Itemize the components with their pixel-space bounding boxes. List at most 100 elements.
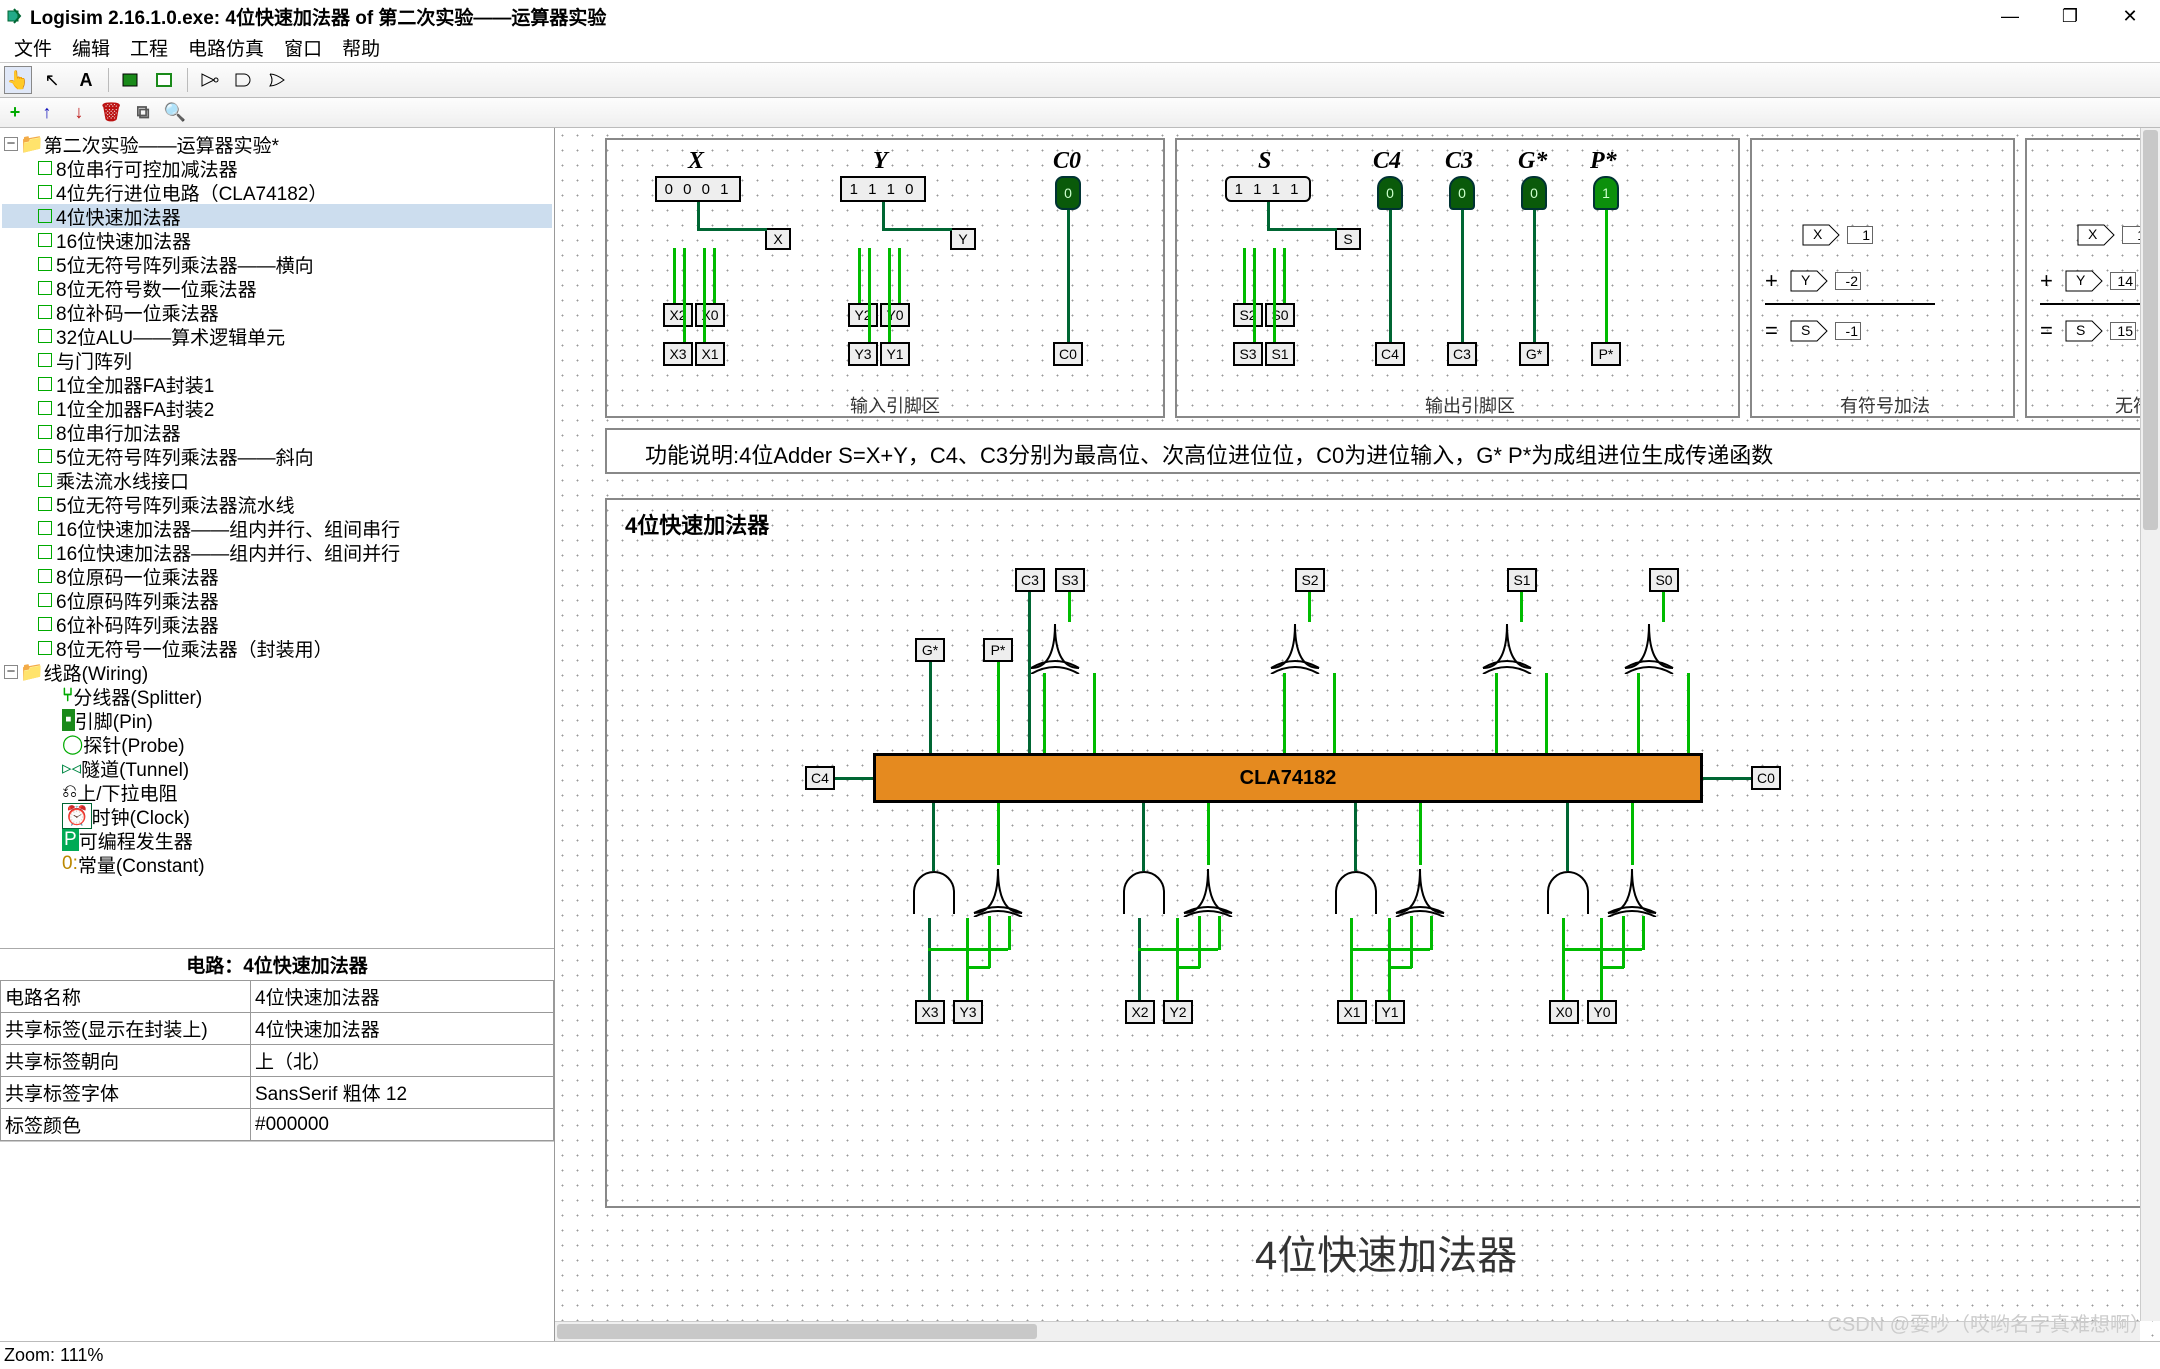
output-pin-tool[interactable] [151,66,179,94]
and-gate-tool[interactable] [230,66,258,94]
circuit-12[interactable]: 5位无符号阵列乘法器——斜向 [2,444,552,468]
tunnel-s3[interactable]: S3 [1233,342,1263,366]
editbar-0[interactable]: + [4,102,26,124]
circuit-2[interactable]: 4位快速加法器 [2,204,552,228]
tunnel-y1[interactable]: Y1 [880,342,910,366]
tunnel-gs-out[interactable]: G* [1519,342,1549,366]
pin-y-value[interactable]: 1 1 1 0 [840,176,926,202]
pin-y-label[interactable]: Y [950,228,976,250]
circuit-3[interactable]: 16位快速加法器 [2,228,552,252]
wiring-progen[interactable]: P 可编程发生器 [2,828,552,852]
prop-共享标签(显示在封装上)[interactable]: 4位快速加法器 [251,1013,554,1045]
properties-table[interactable]: 电路名称4位快速加法器共享标签(显示在封装上)4位快速加法器共享标签朝向上（北）… [0,980,554,1141]
led-c0[interactable]: 0 [1055,176,1081,210]
wiring-folder[interactable]: −📁 线路(Wiring) [2,660,552,684]
minimize-button[interactable]: — [1980,0,2040,32]
circuit-19[interactable]: 6位补码阵列乘法器 [2,612,552,636]
tunnel-y0[interactable]: Y0 [1587,1000,1617,1024]
tunnel-c4-out[interactable]: C4 [1375,342,1405,366]
circuit-5[interactable]: 8位无符号数一位乘法器 [2,276,552,300]
close-button[interactable]: ✕ [2100,0,2160,32]
prop-共享标签朝向[interactable]: 上（北） [251,1045,554,1077]
project-root[interactable]: −📁 第二次实验——运算器实验* [2,132,552,156]
circuit-6[interactable]: 8位补码一位乘法器 [2,300,552,324]
wiring-clock[interactable]: ⏰ 时钟(Clock) [2,804,552,828]
tunnel-s0[interactable]: S0 [1265,303,1295,327]
circuit-9[interactable]: 1位全加器FA封装1 [2,372,552,396]
pin-c4-side[interactable]: C4 [805,766,835,790]
circuit-18[interactable]: 6位原码阵列乘法器 [2,588,552,612]
circuit-10[interactable]: 1位全加器FA封装2 [2,396,552,420]
not-gate-tool[interactable] [196,66,224,94]
tunnel-c0[interactable]: C0 [1053,342,1083,366]
pin-c0-side[interactable]: C0 [1751,766,1781,790]
menu-工程[interactable]: 工程 [120,32,178,63]
input-pin-tool[interactable] [117,66,145,94]
text-tool[interactable]: A [72,66,100,94]
wiring-tunnel[interactable]: ▹◃ 隧道(Tunnel) [2,756,552,780]
editbar-5[interactable]: 🔍 [164,102,186,124]
tunnel-x0[interactable]: X0 [695,303,725,327]
pin-x-value[interactable]: 0 0 0 1 [655,176,741,202]
pin-x-label[interactable]: X [765,228,791,250]
cla74182-chip[interactable]: CLA74182 [873,753,1703,803]
tunnel-s1[interactable]: S1 [1265,342,1295,366]
wiring-splitter[interactable]: ⑂ 分线器(Splitter) [2,684,552,708]
circuit-13[interactable]: 乘法流水线接口 [2,468,552,492]
menu-文件[interactable]: 文件 [4,32,62,63]
select-tool[interactable]: ↖ [38,66,66,94]
tunnel-x2[interactable]: X2 [663,303,693,327]
circuit-canvas[interactable]: X Y C0 S C4 C3 G* P* 0 0 0 1 X X2 X0 X3 … [555,128,2160,1341]
tunnel-y2[interactable]: Y2 [848,303,878,327]
wiring-const[interactable]: 0: 常量(Constant) [2,852,552,876]
circuit-4[interactable]: 5位无符号阵列乘法器——横向 [2,252,552,276]
tunnel-x0[interactable]: X0 [1549,1000,1579,1024]
circuit-0[interactable]: 8位串行可控加减法器 [2,156,552,180]
tunnel-x1[interactable]: X1 [1337,1000,1367,1024]
tunnel-x1[interactable]: X1 [695,342,725,366]
circuit-15[interactable]: 16位快速加法器——组内并行、组间串行 [2,516,552,540]
tunnel-x2[interactable]: X2 [1125,1000,1155,1024]
tunnel-ps-top[interactable]: P* [983,638,1013,662]
project-tree[interactable]: −📁 第二次实验——运算器实验*8位串行可控加减法器4位先行进位电路（CLA74… [0,128,554,948]
tunnel-s3[interactable]: S3 [1055,568,1085,592]
menu-电路仿真[interactable]: 电路仿真 [178,32,274,63]
tunnel-s1[interactable]: S1 [1507,568,1537,592]
wiring-pin[interactable]: ▪ 引脚(Pin) [2,708,552,732]
wiring-pull[interactable]: ⎌ 上/下拉电阻 [2,780,552,804]
tunnel-ps-out[interactable]: P* [1591,342,1621,366]
tunnel-y3[interactable]: Y3 [953,1000,983,1024]
tunnel-s0[interactable]: S0 [1649,568,1679,592]
circuit-14[interactable]: 5位无符号阵列乘法器流水线 [2,492,552,516]
or-gate-tool[interactable] [264,66,292,94]
circuit-17[interactable]: 8位原码一位乘法器 [2,564,552,588]
tunnel-y2[interactable]: Y2 [1163,1000,1193,1024]
circuit-7[interactable]: 32位ALU——算术逻辑单元 [2,324,552,348]
editbar-2[interactable]: ↓ [68,102,90,124]
wiring-probe[interactable]: ◯ 探针(Probe) [2,732,552,756]
circuit-8[interactable]: 与门阵列 [2,348,552,372]
editbar-4[interactable]: ⧉ [132,102,154,124]
tunnel-x3[interactable]: X3 [663,342,693,366]
tunnel-c3-out[interactable]: C3 [1447,342,1477,366]
tunnel-s2[interactable]: S2 [1233,303,1263,327]
tunnel-y0[interactable]: Y0 [880,303,910,327]
maximize-button[interactable]: ❐ [2040,0,2100,32]
tunnel-y1[interactable]: Y1 [1375,1000,1405,1024]
menu-窗口[interactable]: 窗口 [274,32,332,63]
circuit-20[interactable]: 8位无符号一位乘法器（封装用） [2,636,552,660]
circuit-11[interactable]: 8位串行加法器 [2,420,552,444]
tunnel-c3[interactable]: C3 [1015,568,1045,592]
tunnel-s2[interactable]: S2 [1295,568,1325,592]
canvas-area[interactable]: X Y C0 S C4 C3 G* P* 0 0 0 1 X X2 X0 X3 … [555,128,2160,1341]
vertical-scrollbar[interactable] [2140,128,2160,1321]
prop-标签颜色[interactable]: #000000 [251,1109,554,1141]
poke-tool[interactable]: 👆 [4,66,32,94]
editbar-3[interactable]: 🗑 [100,102,122,124]
tunnel-y3[interactable]: Y3 [848,342,878,366]
pin-s-label[interactable]: S [1335,228,1361,250]
editbar-1[interactable]: ↑ [36,102,58,124]
prop-共享标签字体[interactable]: SansSerif 粗体 12 [251,1077,554,1109]
menu-帮助[interactable]: 帮助 [332,32,390,63]
tunnel-gs-top[interactable]: G* [915,638,945,662]
